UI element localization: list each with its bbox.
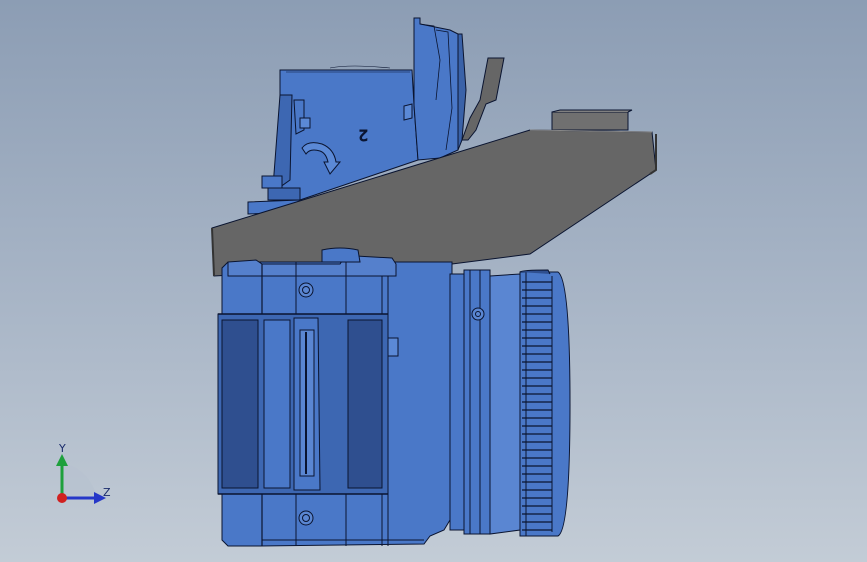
step-label: 2 <box>358 126 368 144</box>
axis-y-arrow <box>56 454 68 466</box>
lens-barrel <box>489 273 521 535</box>
grip-panel-2 <box>263 319 291 489</box>
grip-panel-3 <box>347 319 383 489</box>
focus-ring <box>519 271 571 537</box>
axis-z-label: Z <box>103 486 111 499</box>
xyz-triad-icon <box>56 454 106 504</box>
lens-mount-screw <box>471 307 485 321</box>
angled-tab <box>461 57 505 141</box>
axis-y-label: Y <box>59 442 66 455</box>
screw-top <box>298 282 314 298</box>
cad-viewport[interactable]: 2 Y Z <box>0 0 867 562</box>
lens-assembly <box>449 269 571 537</box>
grip-panels <box>217 313 389 495</box>
screw-bottom <box>298 510 314 526</box>
tall-lever <box>413 17 463 161</box>
origin-dot <box>57 493 67 503</box>
camera-model[interactable]: 2 <box>0 0 867 562</box>
grip-panel-1 <box>221 319 259 489</box>
